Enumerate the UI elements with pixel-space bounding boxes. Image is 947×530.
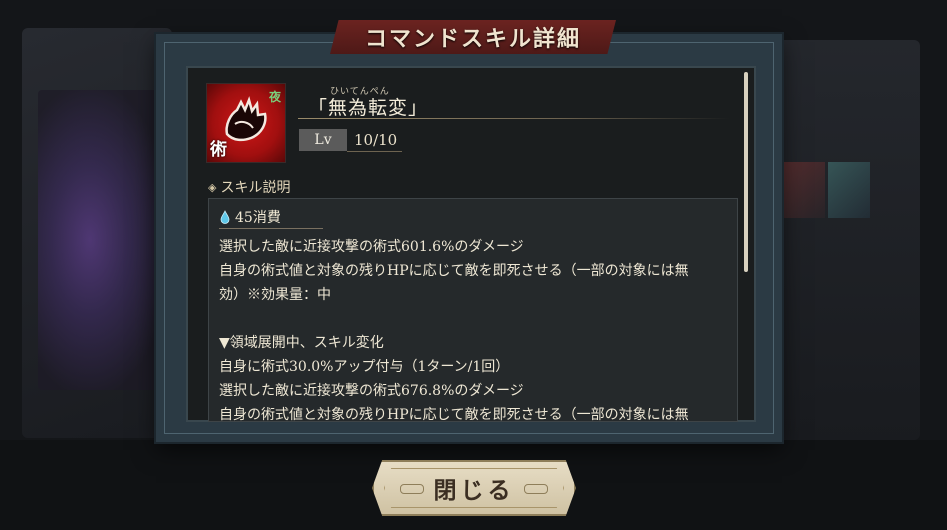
level-divider <box>347 151 402 152</box>
skill-name: 「無為転変」 <box>308 97 429 119</box>
description-line: 効）※効果量：中 <box>219 287 331 303</box>
skill-type-label: 術 <box>210 140 227 160</box>
description-line: 自身の術式値と対象の残りHPに応じて敵を即死させる（一部の対象には無 <box>219 407 689 422</box>
cost-text: 45消費 <box>235 210 281 226</box>
skill-name-divider <box>298 118 730 119</box>
cost-row: 45消費 <box>219 207 281 227</box>
description-scrollbar[interactable] <box>744 72 748 272</box>
dialog-title-banner: コマンドスキル詳細 <box>330 20 616 54</box>
button-ornament-icon <box>400 484 424 494</box>
description-line: ▼領域展開中、スキル変化 <box>219 335 384 351</box>
description-line: 自身に術式30.0%アップ付与（1ターン/1回） <box>219 359 510 375</box>
description-line: 選択した敵に近接攻撃の術式676.8%のダメージ <box>219 383 524 399</box>
button-ornament-icon <box>524 484 548 494</box>
description-text: 選択した敵に近接攻撃の術式601.6%のダメージ 自身の術式値と対象の残りHPに… <box>219 235 731 422</box>
dialog-title: コマンドスキル詳細 <box>364 26 581 52</box>
section-heading-text: スキル説明 <box>220 180 291 196</box>
background-thumbnail <box>783 162 825 218</box>
background-thumbnail <box>828 162 870 218</box>
skill-icon: 夜 術 <box>206 83 286 163</box>
level-value: 10/10 <box>354 131 398 149</box>
background-right-panel <box>770 40 920 440</box>
section-heading: ◈ スキル説明 <box>208 177 290 197</box>
description-line: 選択した敵に近接攻撃の術式601.6%のダメージ <box>219 239 524 255</box>
description-line: 自身の術式値と対象の残りHPに応じて敵を即死させる（一部の対象には無 <box>219 263 689 279</box>
diamond-bullet-icon: ◈ <box>208 180 217 194</box>
close-button-label: 閉じる <box>433 477 515 504</box>
background-character-art <box>38 90 168 390</box>
level-label: Lv <box>299 129 347 151</box>
skill-icon-mark: 夜 <box>268 90 281 104</box>
energy-drop-icon <box>220 210 230 224</box>
description-line <box>219 307 731 331</box>
cost-divider <box>219 228 323 229</box>
skill-description-box[interactable]: 45消費 選択した敵に近接攻撃の術式601.6%のダメージ 自身の術式値と対象の… <box>208 198 738 422</box>
close-button[interactable]: 閉じる <box>372 460 576 516</box>
